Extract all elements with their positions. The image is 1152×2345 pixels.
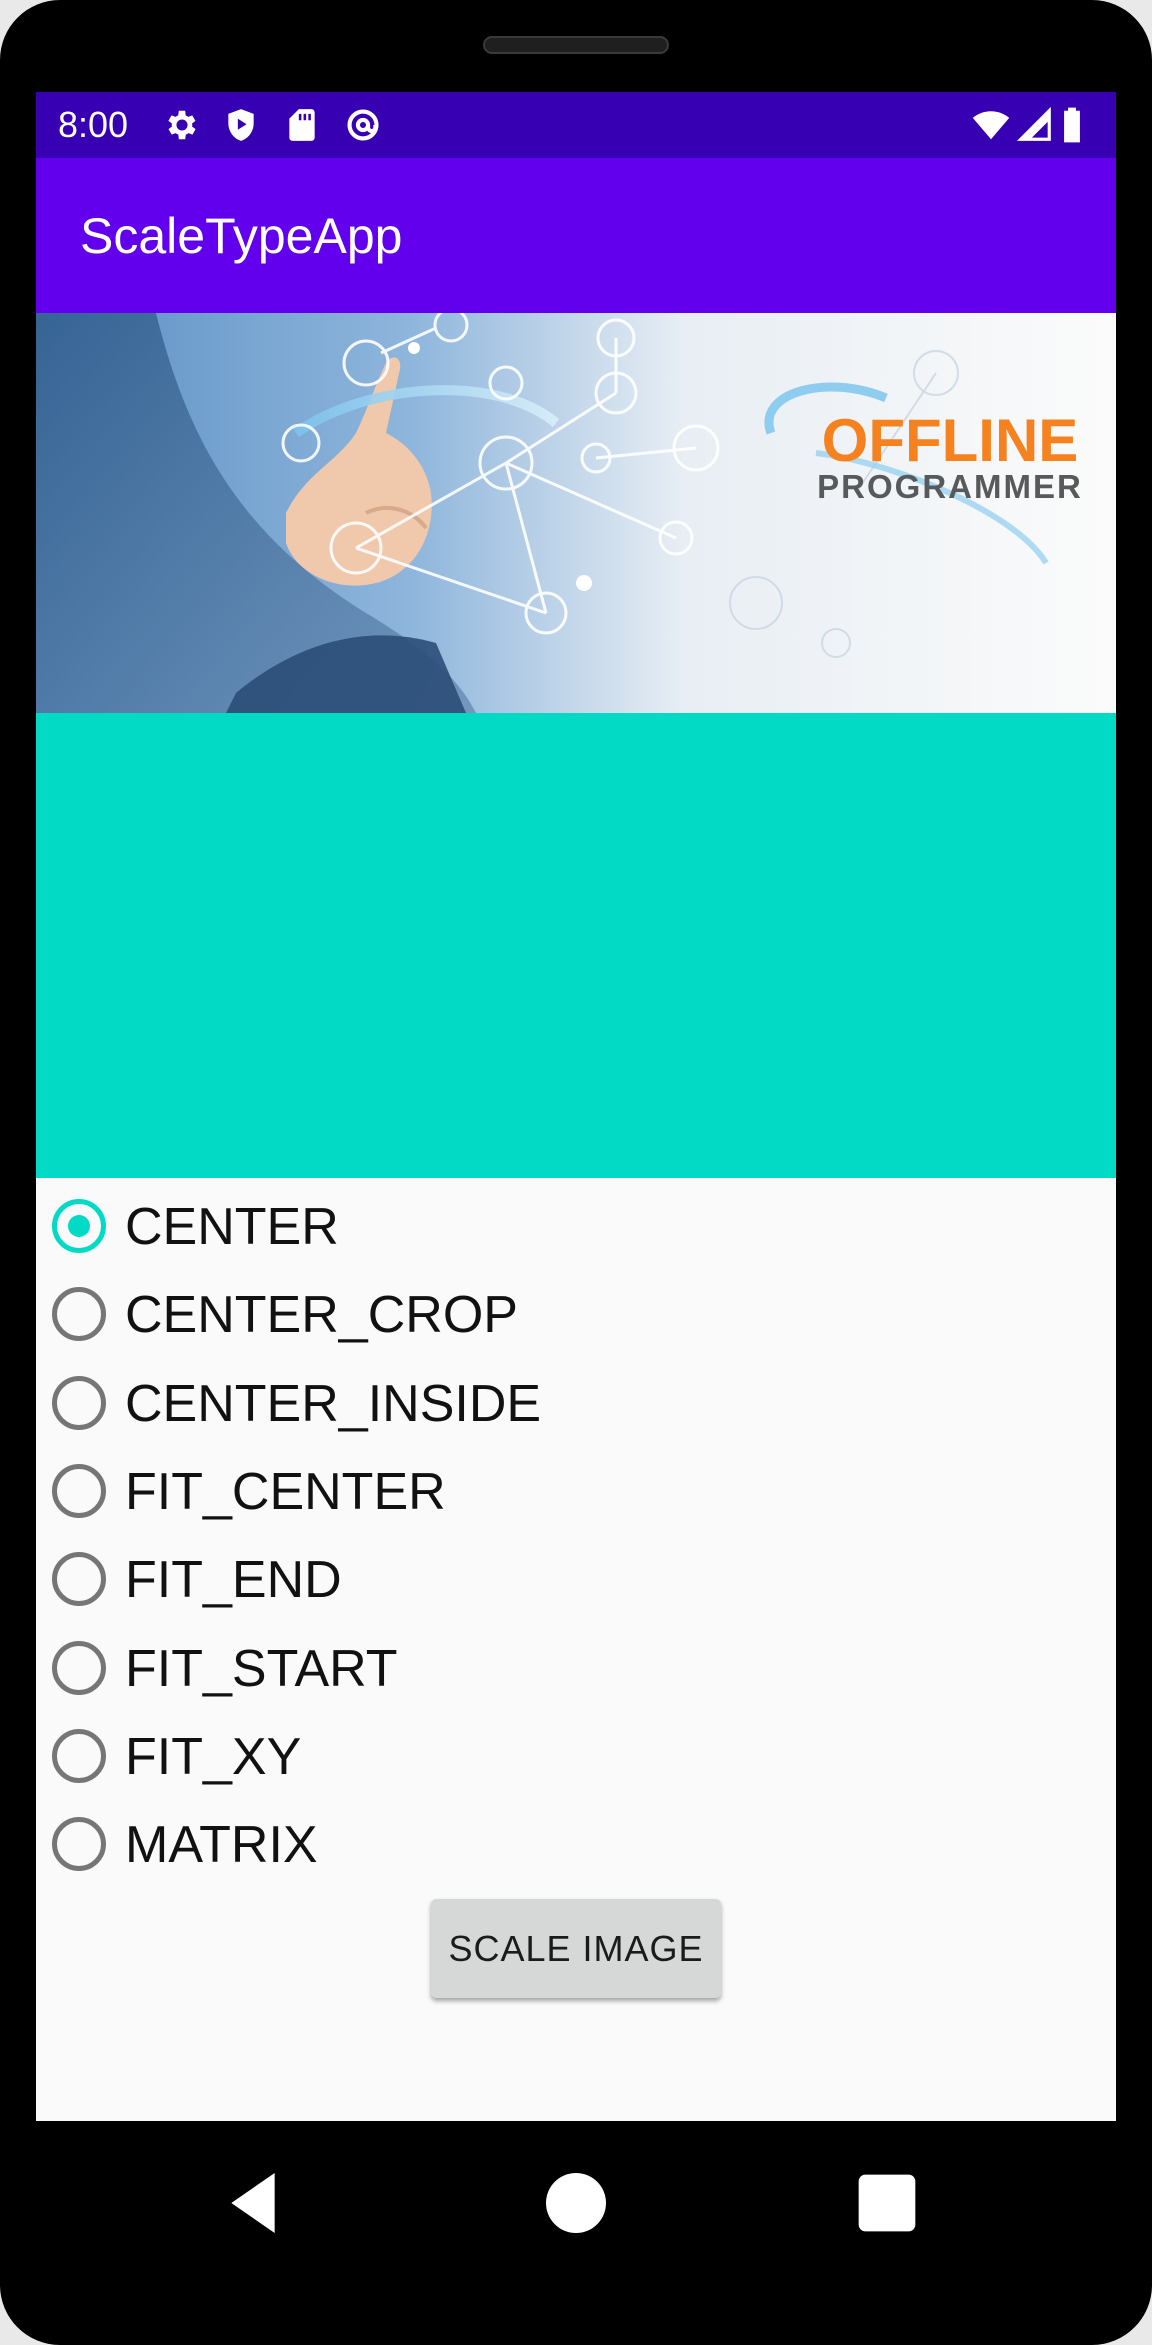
- home-icon[interactable]: [536, 2163, 616, 2243]
- radio-label: FIT_START: [125, 1639, 398, 1698]
- radio-unchecked-icon[interactable]: [52, 1463, 106, 1518]
- radio-unchecked-icon[interactable]: [52, 1552, 106, 1607]
- navigation-bar: [36, 2121, 1116, 2286]
- radio-option[interactable]: MATRIX: [36, 1800, 1116, 1888]
- device-frame: 8:00 ScaleTypeApp OFFLINE PROGRAMMER CEN…: [0, 0, 1152, 2345]
- radio-option[interactable]: FIT_XY: [36, 1712, 1116, 1800]
- at-sign-icon: [344, 106, 382, 144]
- cell-signal-icon: [1016, 106, 1054, 144]
- gear-icon: [163, 106, 201, 144]
- radio-unchecked-icon[interactable]: [52, 1287, 106, 1342]
- radio-option[interactable]: CENTER: [36, 1182, 1116, 1270]
- app-bar: ScaleTypeApp: [36, 158, 1116, 313]
- scale-image-button[interactable]: SCALE IMAGE: [431, 1899, 721, 1998]
- radio-label: FIT_XY: [125, 1727, 302, 1786]
- radio-option[interactable]: CENTER_INSIDE: [36, 1359, 1116, 1447]
- earpiece-speaker: [483, 36, 669, 54]
- radio-option[interactable]: FIT_START: [36, 1624, 1116, 1712]
- status-time: 8:00: [58, 104, 129, 145]
- radio-option[interactable]: CENTER_CROP: [36, 1270, 1116, 1358]
- phone-screen: 8:00 ScaleTypeApp OFFLINE PROGRAMMER CEN…: [36, 92, 1116, 2121]
- radio-label: CENTER_CROP: [125, 1286, 518, 1345]
- radio-unchecked-icon[interactable]: [52, 1640, 106, 1695]
- scaled-image-view: [36, 713, 1116, 1178]
- radio-option[interactable]: FIT_CENTER: [36, 1447, 1116, 1535]
- radio-label: FIT_END: [125, 1551, 342, 1610]
- radio-label: CENTER: [125, 1198, 339, 1256]
- sd-card-icon: [283, 106, 321, 144]
- recents-icon[interactable]: [847, 2163, 927, 2243]
- back-icon[interactable]: [218, 2163, 298, 2243]
- radio-label: FIT_CENTER: [125, 1462, 446, 1521]
- battery-icon: [1060, 106, 1090, 144]
- banner-image: OFFLINE PROGRAMMER: [36, 313, 1116, 713]
- logo-offline-text: OFFLINE: [822, 407, 1079, 474]
- radio-dot: [68, 1215, 90, 1237]
- radio-option[interactable]: FIT_END: [36, 1535, 1116, 1623]
- radio-label: MATRIX: [125, 1816, 318, 1875]
- status-bar: 8:00: [36, 92, 1116, 158]
- radio-unchecked-icon[interactable]: [52, 1375, 106, 1430]
- shield-play-icon: [222, 106, 260, 144]
- app-title: ScaleTypeApp: [80, 208, 403, 264]
- radio-checked-icon[interactable]: [52, 1199, 106, 1253]
- radio-unchecked-icon[interactable]: [52, 1817, 106, 1872]
- logo-programmer-text: PROGRAMMER: [817, 468, 1083, 505]
- radio-unchecked-icon[interactable]: [52, 1728, 106, 1783]
- radio-label: CENTER_INSIDE: [125, 1374, 542, 1433]
- wifi-icon: [971, 106, 1011, 144]
